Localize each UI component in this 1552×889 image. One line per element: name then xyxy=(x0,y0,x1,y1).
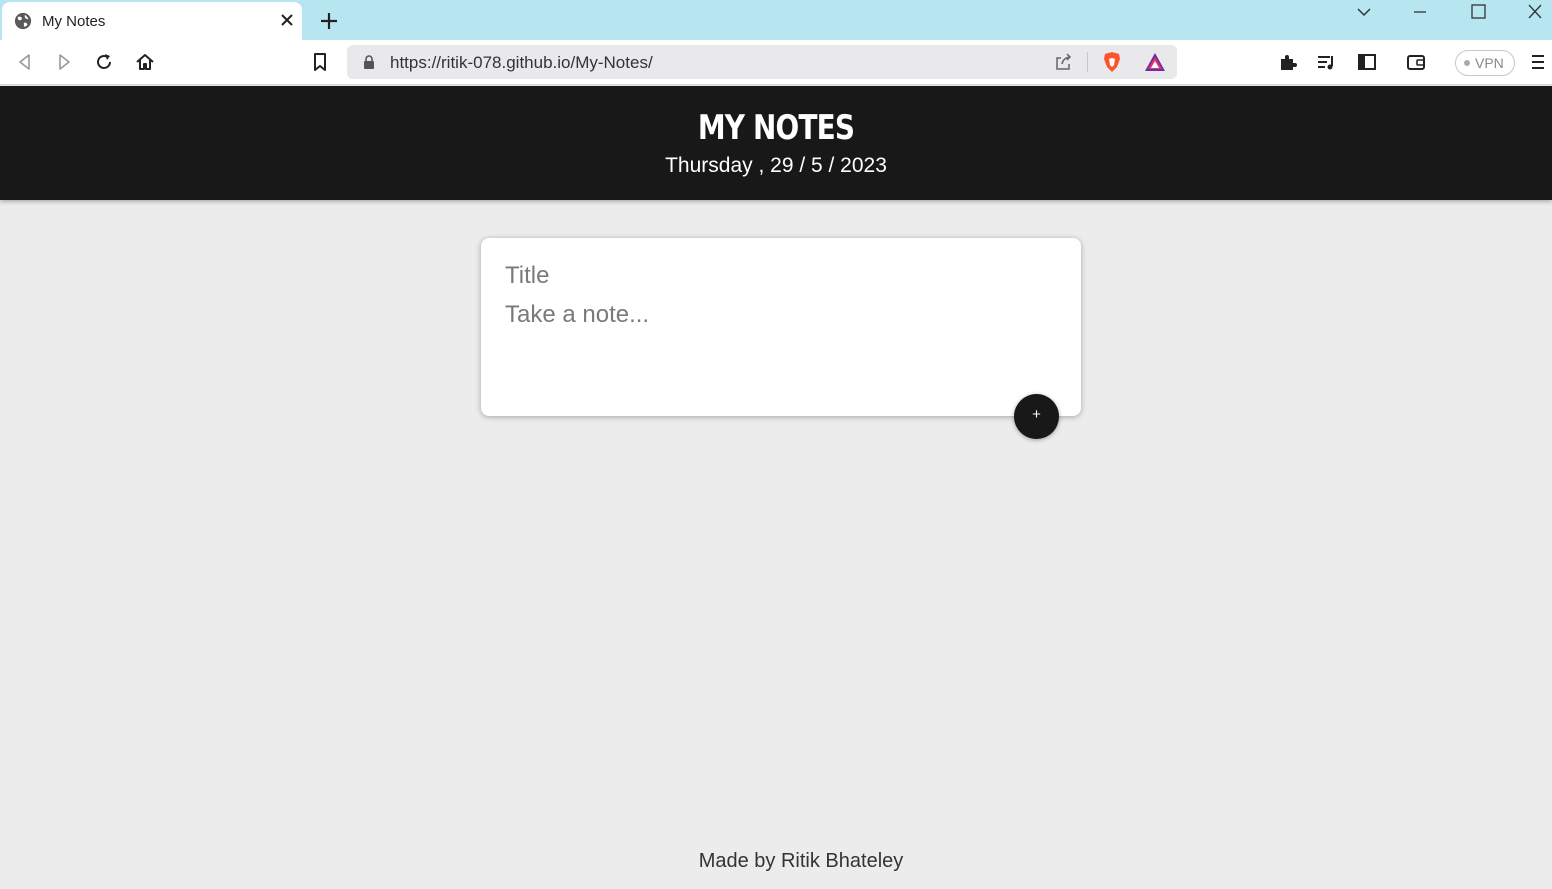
note-title-input[interactable]: Title xyxy=(505,262,549,290)
brave-rewards-icon[interactable] xyxy=(1144,52,1166,72)
url-text[interactable]: https://ritik-078.github.io/My-Notes/ xyxy=(390,53,653,73)
forward-icon[interactable] xyxy=(53,51,75,73)
menu-icon[interactable] xyxy=(1527,51,1549,73)
vpn-status-dot xyxy=(1464,60,1470,66)
note-body-input[interactable]: Take a note... xyxy=(505,301,649,329)
maximize-icon[interactable] xyxy=(1466,2,1490,22)
playlist-icon[interactable] xyxy=(1315,51,1337,73)
footer-credit: Made by Ritik Bhateley xyxy=(698,850,904,872)
new-tab-icon[interactable] xyxy=(318,10,340,32)
lock-icon xyxy=(364,55,374,69)
vpn-label: VPN xyxy=(1475,55,1504,71)
close-tab-icon[interactable] xyxy=(278,11,296,29)
reload-icon[interactable] xyxy=(93,51,115,73)
wallet-icon[interactable] xyxy=(1405,51,1427,73)
close-window-icon[interactable] xyxy=(1523,2,1547,22)
address-bar[interactable]: https://ritik-078.github.io/My-Notes/ xyxy=(347,45,1177,79)
minimize-icon[interactable] xyxy=(1408,2,1432,22)
browser-toolbar: https://ritik-078.github.io/My-Notes/ VP… xyxy=(0,40,1552,85)
divider xyxy=(1087,52,1088,72)
back-icon[interactable] xyxy=(14,51,36,73)
browser-tab[interactable]: My Notes xyxy=(2,2,302,40)
add-note-button[interactable]: + xyxy=(1014,394,1059,439)
note-form: Title Take a note... xyxy=(481,238,1081,416)
home-icon[interactable] xyxy=(134,51,156,73)
brave-shields-icon[interactable] xyxy=(1101,51,1123,73)
tab-strip: My Notes xyxy=(0,0,1552,40)
sidebar-icon[interactable] xyxy=(1356,51,1378,73)
globe-icon xyxy=(14,12,32,30)
page-title: MY NOTES xyxy=(697,108,855,148)
extensions-icon[interactable] xyxy=(1277,51,1299,73)
tab-title: My Notes xyxy=(42,13,106,30)
share-icon[interactable] xyxy=(1053,52,1073,72)
vpn-button[interactable]: VPN xyxy=(1455,50,1515,76)
page-header: MY NOTES Thursday , 29 / 5 / 2023 xyxy=(0,86,1552,200)
tab-search-chevron-icon[interactable] xyxy=(1352,2,1376,22)
bookmark-icon[interactable] xyxy=(309,51,331,73)
current-date: Thursday , 29 / 5 / 2023 xyxy=(665,154,887,177)
